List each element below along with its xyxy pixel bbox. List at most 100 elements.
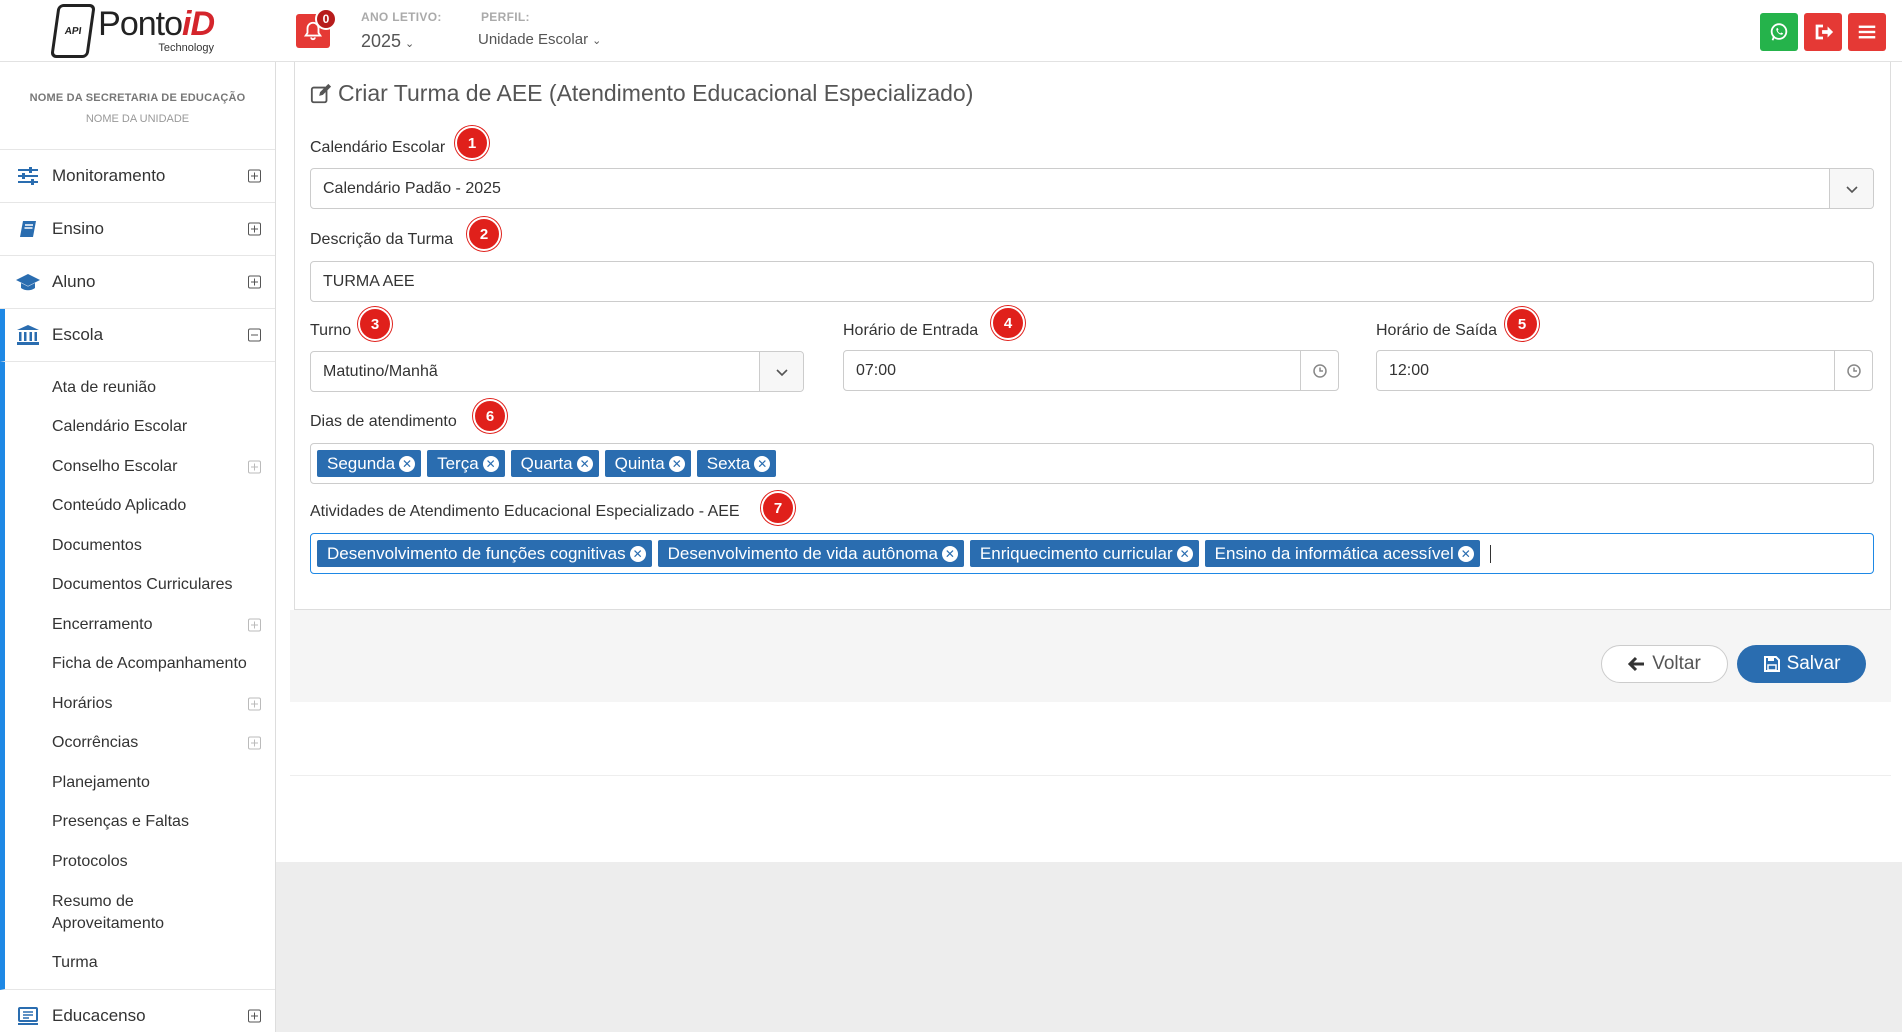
expand-icon[interactable] bbox=[248, 618, 261, 632]
submenu-item-resumo[interactable]: Resumo de Aproveitamento bbox=[5, 882, 275, 944]
remove-tag-icon[interactable]: ✕ bbox=[399, 455, 416, 472]
logo-accent: iD bbox=[182, 5, 215, 43]
hamburger-icon bbox=[1858, 25, 1876, 39]
tag-terca[interactable]: Terça ✕ bbox=[427, 450, 505, 477]
expand-icon[interactable] bbox=[248, 1009, 261, 1023]
org-info: NOME DA SECRETARIA DE EDUCAÇÃO NOME DA U… bbox=[0, 62, 275, 150]
calendario-select[interactable]: Calendário Padão - 2025 bbox=[310, 168, 1874, 209]
arrow-left-icon bbox=[1628, 656, 1645, 672]
remove-tag-icon[interactable]: ✕ bbox=[754, 455, 771, 472]
saida-time-input[interactable]: 12:00 bbox=[1376, 350, 1873, 391]
tag-atividade[interactable]: Enriquecimento curricular ✕ bbox=[969, 540, 1199, 567]
submenu-label: Conselho Escolar bbox=[52, 457, 178, 475]
dias-multiselect[interactable]: Segunda ✕ Terça ✕ Quarta ✕ Quinta ✕ Sexta ✕ bbox=[310, 443, 1874, 484]
submenu-label: Protocolos bbox=[52, 852, 128, 870]
submenu-item-encerramento[interactable]: Encerramento bbox=[5, 605, 275, 645]
perfil-select[interactable]: Unidade Escolar ⌄ bbox=[478, 31, 601, 48]
tag-atividade[interactable]: Desenvolvimento de vida autônoma ✕ bbox=[657, 540, 964, 567]
tag-segunda[interactable]: Segunda ✕ bbox=[317, 450, 422, 477]
tag-label: Terça bbox=[437, 453, 479, 473]
tag-atividade[interactable]: Desenvolvimento de funções cognitivas ✕ bbox=[317, 540, 652, 567]
logout-button[interactable] bbox=[1804, 13, 1842, 51]
submenu-item-documentos-curriculares[interactable]: Documentos Curriculares bbox=[5, 566, 275, 606]
sidebar-item-aluno[interactable]: Aluno bbox=[0, 256, 275, 309]
submenu-item-presencas[interactable]: Presenças e Faltas bbox=[5, 803, 275, 843]
submenu-item-ata[interactable]: Ata de reunião bbox=[5, 368, 275, 408]
submenu-item-ocorrencias[interactable]: Ocorrências bbox=[5, 724, 275, 764]
descricao-value: TURMA AEE bbox=[323, 272, 415, 290]
tag-quinta[interactable]: Quinta ✕ bbox=[604, 450, 691, 477]
monitor-icon bbox=[14, 1005, 42, 1027]
expand-icon[interactable] bbox=[248, 169, 261, 183]
submenu-item-documentos[interactable]: Documentos bbox=[5, 526, 275, 566]
ano-letivo-label: ANO LETIVO: bbox=[361, 10, 442, 24]
submenu-item-calendario[interactable]: Calendário Escolar bbox=[5, 408, 275, 448]
expand-icon[interactable] bbox=[248, 697, 261, 711]
step-badge-5: 5 bbox=[1505, 307, 1539, 341]
pontoid-logo[interactable]: API PontoiD Technology bbox=[50, 2, 215, 59]
tag-sexta[interactable]: Sexta ✕ bbox=[696, 450, 777, 477]
remove-tag-icon[interactable]: ✕ bbox=[1457, 545, 1474, 562]
expand-icon[interactable] bbox=[248, 460, 261, 474]
submenu-label: Resumo de Aproveitamento bbox=[52, 892, 165, 932]
logo-subtitle: Technology bbox=[158, 42, 214, 54]
book-icon bbox=[14, 218, 42, 240]
submenu-item-horarios[interactable]: Horários bbox=[5, 684, 275, 724]
clock-icon[interactable] bbox=[1834, 351, 1872, 390]
perfil-label: PERFIL: bbox=[481, 10, 530, 24]
submenu-item-turma[interactable]: Turma bbox=[5, 944, 275, 984]
whatsapp-button[interactable] bbox=[1760, 13, 1798, 51]
sidebar-item-monitoramento[interactable]: Monitoramento bbox=[0, 150, 275, 203]
salvar-label: Salvar bbox=[1786, 653, 1841, 674]
remove-tag-icon[interactable]: ✕ bbox=[941, 545, 958, 562]
entrada-label: Horário de Entrada bbox=[843, 322, 979, 339]
submenu-label: Ata de reunião bbox=[52, 378, 157, 396]
tag-quarta[interactable]: Quarta ✕ bbox=[510, 450, 599, 477]
form-panel bbox=[294, 62, 1891, 610]
submenu-item-planejamento[interactable]: Planejamento bbox=[5, 763, 275, 803]
submenu-label: Encerramento bbox=[52, 615, 153, 633]
expand-icon[interactable] bbox=[248, 736, 261, 750]
submenu-item-conselho[interactable]: Conselho Escolar bbox=[5, 447, 275, 487]
clock-icon[interactable] bbox=[1300, 351, 1338, 390]
perfil-value: Unidade Escolar bbox=[478, 31, 589, 48]
sign-out-icon bbox=[1815, 24, 1834, 40]
sidebar-item-escola[interactable]: Escola bbox=[0, 309, 275, 362]
entrada-value: 07:00 bbox=[856, 361, 897, 379]
tag-atividade[interactable]: Ensino da informática acessível ✕ bbox=[1204, 540, 1480, 567]
submenu-item-protocolos[interactable]: Protocolos bbox=[5, 842, 275, 882]
voltar-button[interactable]: Voltar bbox=[1601, 645, 1728, 683]
remove-tag-icon[interactable]: ✕ bbox=[668, 455, 685, 472]
ano-letivo-select[interactable]: 2025 ⌄ bbox=[361, 31, 414, 52]
sidebar-item-label: Monitoramento bbox=[52, 166, 166, 185]
tag-label: Segunda bbox=[327, 453, 396, 473]
entrada-time-input[interactable]: 07:00 bbox=[843, 350, 1339, 391]
submenu-item-ficha[interactable]: Ficha de Acompanhamento bbox=[5, 645, 275, 685]
turno-select[interactable]: Matutino/Manhã bbox=[310, 351, 804, 392]
expand-icon[interactable] bbox=[248, 275, 261, 289]
salvar-button[interactable]: Salvar bbox=[1737, 645, 1866, 683]
dias-label: Dias de atendimento bbox=[310, 413, 457, 430]
atividades-multiselect[interactable]: Desenvolvimento de funções cognitivas ✕ D… bbox=[310, 533, 1874, 574]
remove-tag-icon[interactable]: ✕ bbox=[629, 545, 646, 562]
submenu-label: Calendário Escolar bbox=[52, 418, 188, 436]
sidebar-item-label: Aluno bbox=[52, 272, 96, 291]
expand-icon[interactable] bbox=[248, 222, 261, 236]
submenu-label: Presenças e Faltas bbox=[52, 813, 189, 831]
institution-icon bbox=[14, 324, 42, 346]
divider bbox=[290, 775, 1891, 776]
sidebar: NOME DA SECRETARIA DE EDUCAÇÃO NOME DA U… bbox=[0, 62, 276, 1032]
sidebar-item-educacenso[interactable]: Educacenso bbox=[0, 990, 275, 1032]
voltar-label: Voltar bbox=[1652, 653, 1701, 674]
remove-tag-icon[interactable]: ✕ bbox=[1176, 545, 1193, 562]
submenu-label: Conteúdo Aplicado bbox=[52, 497, 187, 515]
remove-tag-icon[interactable]: ✕ bbox=[576, 455, 593, 472]
remove-tag-icon[interactable]: ✕ bbox=[482, 455, 499, 472]
chevron-down-icon[interactable] bbox=[1829, 169, 1873, 208]
descricao-input[interactable]: TURMA AEE bbox=[310, 261, 1874, 302]
hamburger-menu-button[interactable] bbox=[1848, 13, 1886, 51]
collapse-icon[interactable] bbox=[248, 328, 261, 342]
chevron-down-icon[interactable] bbox=[759, 352, 803, 391]
submenu-item-conteudo[interactable]: Conteúdo Aplicado bbox=[5, 487, 275, 527]
sidebar-item-ensino[interactable]: Ensino bbox=[0, 203, 275, 256]
